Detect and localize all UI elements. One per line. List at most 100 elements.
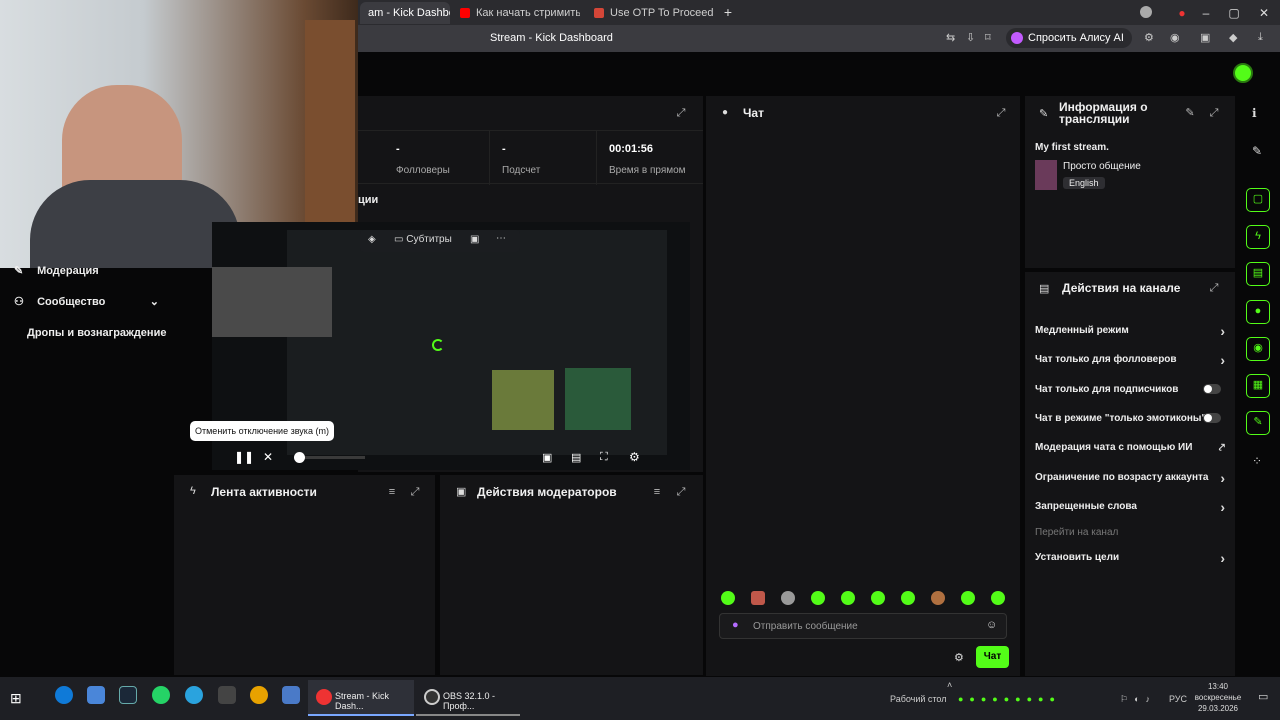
- user-avatar[interactable]: [1233, 63, 1253, 83]
- steam-icon[interactable]: [119, 686, 137, 704]
- action-account-age[interactable]: Ограничение по возрасту аккаунта ›: [1035, 470, 1225, 486]
- extension-icon[interactable]: ⚙: [1144, 31, 1154, 44]
- chrome-icon[interactable]: [250, 686, 268, 704]
- download-icon[interactable]: ⤓: [1258, 31, 1263, 44]
- rail-mod-button[interactable]: ▤: [1246, 262, 1270, 286]
- emote-icon[interactable]: [751, 591, 765, 605]
- popout-icon[interactable]: ⤢: [674, 485, 688, 499]
- filter-icon[interactable]: ≡: [650, 485, 664, 499]
- vpn-icon[interactable]: ◆: [1229, 31, 1237, 44]
- rail-stream-button[interactable]: ▢: [1246, 188, 1270, 212]
- emote-icon[interactable]: [781, 591, 795, 605]
- tray-system-icons[interactable]: ⚐◐♪: [1120, 694, 1156, 705]
- subtitles-button[interactable]: ▭ Субтитры: [394, 234, 452, 245]
- sidebar-item-moderation[interactable]: ✎ Модерация: [14, 264, 99, 277]
- rail-channel-button[interactable]: ▦: [1246, 374, 1270, 398]
- edit-icon[interactable]: ✎: [1183, 106, 1197, 120]
- pause-icon[interactable]: ❚❚: [234, 450, 254, 464]
- translate-icon[interactable]: ⇆: [946, 31, 955, 44]
- info-icon[interactable]: ℹ: [1252, 106, 1257, 120]
- collections-icon[interactable]: ▣: [1200, 31, 1210, 44]
- popout-icon[interactable]: ⤢: [1207, 281, 1221, 295]
- stat-count: - Подсчет: [490, 131, 597, 185]
- new-tab-button[interactable]: +: [720, 4, 736, 20]
- pencil-icon[interactable]: ✎: [1252, 144, 1262, 158]
- popout-icon[interactable]: ⤢: [1207, 106, 1221, 120]
- fullscreen-icon[interactable]: ⛶: [600, 451, 608, 464]
- sidebar-item-community[interactable]: ⚇ Сообщество ⌄: [14, 295, 159, 308]
- profile-icon[interactable]: [1140, 6, 1152, 18]
- extensions-icon[interactable]: ⇩: [966, 31, 975, 44]
- minimize-icon[interactable]: –: [1198, 5, 1214, 21]
- emote-icon[interactable]: [931, 591, 945, 605]
- chat-input[interactable]: ● Отправить сообщение ☺: [719, 613, 1007, 639]
- more-icon[interactable]: ⋯: [496, 233, 506, 244]
- miniplayer-icon[interactable]: ▣: [542, 451, 552, 464]
- action-followers-only[interactable]: Чат только для фолловеров ›: [1035, 352, 1225, 368]
- tab-kick-dashboard[interactable]: am - Kick Dashboar ✕: [360, 2, 450, 24]
- tab-gmail[interactable]: Use OTP To Proceed - clau: [586, 2, 714, 24]
- desktop-toolbar[interactable]: Рабочий стол: [890, 694, 947, 704]
- theater-icon[interactable]: ▤: [571, 451, 581, 464]
- action-set-goals[interactable]: Установить цели ›: [1035, 550, 1225, 566]
- bookmark-icon[interactable]: ⌑: [985, 31, 991, 44]
- app-icon[interactable]: [282, 686, 300, 704]
- emote-icon[interactable]: [841, 591, 855, 605]
- chevron-up-icon[interactable]: ˄: [947, 680, 952, 690]
- sidebar-item-drops[interactable]: Дропы и вознаграждение: [27, 327, 166, 339]
- volume-slider-handle[interactable]: [294, 452, 305, 463]
- filter-icon[interactable]: ◈: [368, 234, 376, 245]
- telegram-icon[interactable]: [185, 686, 203, 704]
- whatsapp-icon[interactable]: [152, 686, 170, 704]
- alice-ai-button[interactable]: Спросить Алису AI: [1006, 28, 1132, 48]
- emoji-icon[interactable]: ☺: [986, 619, 997, 631]
- input-language[interactable]: РУС: [1169, 694, 1187, 704]
- emote-icon[interactable]: [871, 591, 885, 605]
- stat-label: Фолловеры: [396, 165, 450, 176]
- clock[interactable]: 13:40 воскресенье 29.03.2026: [1190, 681, 1246, 714]
- pip-icon[interactable]: ▣: [470, 234, 479, 245]
- taskbar-app-label: OBS 32.1.0 - Проф...: [443, 691, 496, 711]
- app-icon[interactable]: [218, 686, 236, 704]
- notifications-icon[interactable]: ▭: [1258, 690, 1268, 703]
- popout-icon[interactable]: ⤢: [994, 106, 1008, 120]
- screenshot-icon[interactable]: ◉: [1170, 31, 1180, 44]
- emote-icon[interactable]: [961, 591, 975, 605]
- windows-start-icon[interactable]: ⊞: [10, 690, 22, 707]
- rail-tools-button[interactable]: ✎: [1246, 411, 1270, 435]
- more-widgets-icon[interactable]: ⁘: [1252, 454, 1262, 468]
- action-go-to-channel[interactable]: Перейти на канал: [1035, 527, 1225, 538]
- tray-icons[interactable]: ●●●●●●●●●: [958, 694, 1061, 704]
- maximize-icon[interactable]: ▢: [1226, 5, 1242, 21]
- emote-icon[interactable]: [811, 591, 825, 605]
- window-close-icon[interactable]: ✕: [1256, 5, 1272, 21]
- emote-icon[interactable]: [721, 591, 735, 605]
- emote-icon[interactable]: [991, 591, 1005, 605]
- emote-only-toggle[interactable]: [1203, 413, 1221, 423]
- muted-volume-icon[interactable]: ✕: [263, 450, 273, 464]
- popout-icon[interactable]: ⤢: [408, 485, 422, 499]
- emote-icon[interactable]: [901, 591, 915, 605]
- rail-activity-button[interactable]: ϟ: [1246, 225, 1270, 249]
- popout-icon[interactable]: ⤢: [674, 106, 688, 120]
- rail-chat-button[interactable]: ●: [1246, 300, 1270, 324]
- action-slow-mode[interactable]: Медленный режим ›: [1035, 323, 1225, 339]
- taskbar-app-browser[interactable]: Stream - Kick Dash...: [308, 680, 414, 716]
- taskbar-app-obs[interactable]: OBS 32.1.0 - Проф...: [416, 680, 520, 716]
- volume-slider-track[interactable]: [305, 456, 365, 459]
- subscribers-only-toggle[interactable]: [1203, 384, 1221, 394]
- send-chat-button[interactable]: Чат: [976, 646, 1009, 668]
- filter-icon[interactable]: ≡: [385, 485, 399, 499]
- bell-icon[interactable]: ●: [1174, 5, 1190, 21]
- action-banned-words[interactable]: Запрещенные слова ›: [1035, 499, 1225, 515]
- alice-icon: [1011, 32, 1023, 44]
- store-icon[interactable]: [87, 686, 105, 704]
- action-ai-moderation[interactable]: Модерация чата с помощью ИИ ⤤: [1035, 442, 1225, 454]
- rail-broadcast-button[interactable]: ◉: [1246, 337, 1270, 361]
- sidebar-item-label: Сообщество: [37, 296, 106, 308]
- microphone-icon[interactable]: ●: [732, 619, 739, 631]
- edge-icon[interactable]: [55, 686, 73, 704]
- tab-youtube[interactable]: Как начать стримить на Ки: [452, 2, 580, 24]
- settings-icon[interactable]: ⚙: [629, 450, 640, 464]
- chat-settings-icon[interactable]: ⚙: [954, 651, 964, 664]
